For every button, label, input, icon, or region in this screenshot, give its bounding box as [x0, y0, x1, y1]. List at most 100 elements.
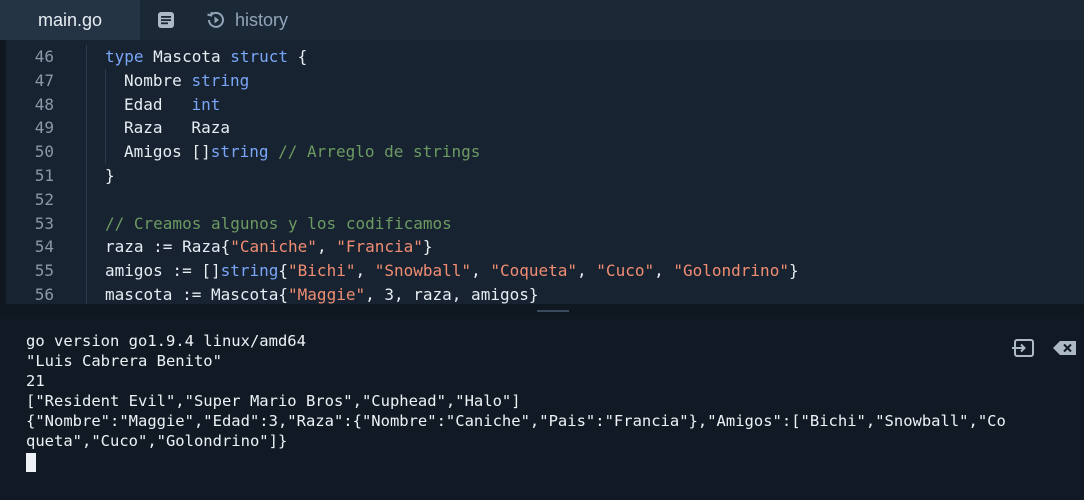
code-editor[interactable]: 46 type Mascota struct {47 Nombre string 48… — [6, 40, 1084, 304]
string-token: "Golondrino" — [673, 261, 789, 281]
code-text: type Mascota struct { — [105, 45, 307, 69]
line-number: 56 — [34, 285, 54, 304]
code-line[interactable]: 46 type Mascota struct { — [6, 45, 1084, 69]
code-line[interactable]: 47 Nombre string — [6, 68, 1084, 93]
code-line[interactable]: 51} — [6, 164, 1084, 188]
code-token: } — [422, 237, 433, 257]
indent-guide — [86, 45, 87, 69]
console-output-line: go version go1.9.4 linux/amd64 — [26, 332, 306, 350]
code-line[interactable]: 49 Raza Raza — [6, 116, 1084, 141]
console-input-icon — [1012, 339, 1034, 357]
code-text: Raza Raza — [124, 116, 230, 140]
console-output-line: ["Resident Evil","Super Mario Bros","Cup… — [26, 392, 521, 410]
notes-icon — [158, 12, 174, 28]
code-token: , — [577, 261, 597, 281]
console-output-line: 21 — [26, 372, 45, 390]
clear-console-button[interactable] — [1052, 338, 1078, 358]
code-token: Mascota — [143, 47, 231, 66]
keyword-token: int — [191, 94, 221, 114]
tab-bar: main.go history — [0, 0, 1084, 40]
code-line[interactable]: 50 Amigos []string // Arreglo de strings — [6, 140, 1084, 165]
indent-guide — [86, 140, 87, 165]
code-token: amigos := [] — [105, 261, 221, 281]
line-number: 52 — [34, 189, 54, 209]
code-token: } — [788, 261, 799, 281]
indent-guide — [86, 211, 87, 236]
indent-guide — [86, 116, 87, 141]
indent-guide — [86, 259, 87, 284]
comment-token: // Arreglo de strings — [278, 142, 481, 162]
splitter-grip — [537, 310, 569, 312]
code-line[interactable]: 54 raza := Raza{"Caniche", "Francia"} — [6, 235, 1084, 260]
indent-guide — [86, 68, 87, 93]
tab-main-go-label: main.go — [37, 9, 103, 30]
code-token: Raza Raza — [124, 118, 230, 138]
line-number: 53 — [34, 213, 54, 233]
code-token: raza := Raza{ — [105, 237, 231, 257]
code-token: { — [288, 47, 308, 66]
console-output-line: queta","Cuco","Golondrino"]} — [26, 432, 288, 450]
code-text: // Creamos algunos y los codificamos — [105, 212, 452, 236]
line-number: 51 — [34, 166, 54, 185]
code-token: Edad — [124, 94, 192, 114]
line-number: 49 — [34, 118, 54, 138]
indent-guide — [105, 68, 106, 93]
code-text: raza := Raza{"Caniche", "Francia"} — [105, 235, 433, 259]
string-token: "Francia" — [336, 237, 423, 257]
string-token: "Caniche" — [230, 237, 317, 257]
keyword-token: string — [191, 70, 250, 90]
line-number: 55 — [34, 261, 54, 281]
line-number: 47 — [34, 70, 54, 90]
tab-notes[interactable] — [146, 0, 186, 40]
line-number: 54 — [34, 237, 54, 257]
line-number: 50 — [34, 142, 54, 162]
history-icon — [207, 11, 224, 28]
code-line[interactable]: 56 mascota := Mascota{"Maggie", 3, raza, … — [6, 283, 1084, 304]
code-line[interactable]: 48 Edad int — [6, 92, 1084, 117]
code-token: Amigos [] — [124, 142, 211, 162]
indent-guide — [86, 283, 87, 304]
indent-guide — [86, 235, 87, 260]
string-token: "Bichi" — [288, 261, 356, 281]
console-cursor — [26, 453, 36, 472]
comment-token: // Creamos algunos y los codificamos — [105, 213, 452, 233]
code-token: , — [355, 261, 375, 281]
keyword-token: string — [220, 261, 279, 281]
string-token: "Snowball" — [374, 261, 472, 281]
indent-guide — [86, 92, 87, 117]
tab-main-go[interactable]: main.go — [0, 0, 140, 40]
code-text: } — [105, 164, 115, 188]
indent-guide — [86, 187, 87, 212]
code-text: Edad int — [124, 93, 220, 117]
code-token: Nombre — [124, 70, 192, 90]
indent-guide — [86, 164, 87, 188]
clear-console-icon — [1053, 341, 1076, 355]
code-token: , — [654, 261, 674, 281]
code-text: amigos := []string{"Bichi", "Snowball", … — [105, 259, 799, 283]
code-token: { — [278, 261, 289, 281]
keyword-token: type — [105, 47, 144, 66]
code-token: , — [316, 237, 337, 257]
tab-history[interactable]: history — [205, 0, 325, 40]
line-number: 46 — [34, 47, 54, 66]
code-token: mascota := Mascota{ — [105, 285, 289, 304]
code-line[interactable]: 52 — [6, 187, 1084, 212]
code-line[interactable]: 53 // Creamos algunos y los codificamos — [6, 211, 1084, 236]
code-line[interactable]: 55 amigos := []string{"Bichi", "Snowball"… — [6, 259, 1084, 284]
output-console[interactable]: go version go1.9.4 linux/amd64 "Luis Cabr… — [0, 318, 1084, 500]
indent-guide — [105, 92, 106, 117]
console-output-line: "Luis Cabrera Benito" — [26, 352, 222, 370]
code-token: , — [471, 261, 491, 281]
console-output-line: {"Nombre":"Maggie","Edad":3,"Raza":{"Nom… — [26, 412, 1006, 430]
indent-guide — [105, 116, 106, 141]
tab-history-label: history — [235, 9, 289, 30]
keyword-token: struct — [230, 47, 289, 66]
console-input-button[interactable] — [1010, 338, 1036, 358]
pane-splitter[interactable] — [0, 304, 1084, 318]
code-token: } — [105, 166, 115, 185]
string-token: "Cuco" — [596, 261, 655, 281]
code-text: Amigos []string // Arreglo de strings — [124, 140, 480, 164]
code-text: Nombre string — [124, 69, 249, 93]
code-token: , 3, raza, amigos} — [365, 285, 539, 304]
